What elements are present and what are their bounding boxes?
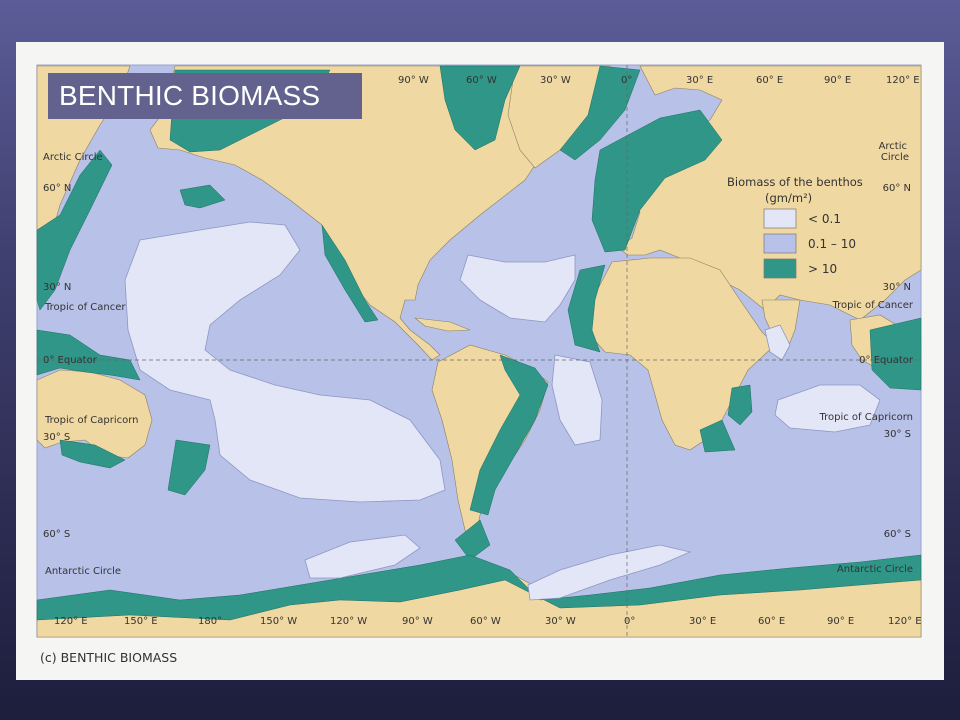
right-tropic-cancer-label: Tropic of Cancer: [832, 300, 914, 311]
left-lat30s-label: 30° S: [43, 432, 70, 443]
legend-label-mid: 0.1 – 10: [808, 237, 856, 251]
bottom-lon-label: 90° E: [827, 616, 854, 627]
slide-title: BENTHIC BIOMASS: [48, 73, 362, 119]
top-lon-label: 30° E: [686, 75, 713, 86]
top-lon-label: 0°: [621, 75, 632, 86]
legend-label-high: > 10: [808, 262, 837, 276]
bottom-lon-label: 30° W: [545, 616, 576, 627]
left-antarctic-circle-label: Antarctic Circle: [45, 566, 121, 577]
right-lat60s-label: 60° S: [884, 529, 911, 540]
bottom-lon-label: 0°: [624, 616, 635, 627]
legend-swatch-high: [763, 258, 797, 279]
top-lon-label: 90° E: [824, 75, 851, 86]
top-lon-label: 60° W: [466, 75, 497, 86]
right-lat60n-label: 60° N: [883, 183, 911, 194]
left-lat60s-label: 60° S: [43, 529, 70, 540]
bottom-lon-label: 150° E: [124, 616, 158, 627]
left-arctic-circle-label: Arctic Circle: [43, 152, 103, 163]
right-arctic-label-line2: Circle: [881, 152, 909, 163]
right-lat30n-label: 30° N: [883, 282, 911, 293]
right-lat30s-label: 30° S: [884, 429, 911, 440]
left-tropic-cancer-label: Tropic of Cancer: [44, 302, 126, 313]
bottom-lon-label: 30° E: [689, 616, 716, 627]
left-lat30n-label: 30° N: [43, 282, 71, 293]
bottom-lon-label: 120° E: [888, 616, 922, 627]
right-equator-label: 0° Equator: [859, 355, 914, 366]
bottom-lon-label: 120° W: [330, 616, 367, 627]
left-equator-label: 0° Equator: [43, 355, 98, 366]
legend-title-line2: (gm/m²): [765, 191, 812, 205]
bottom-lon-label: 150° W: [260, 616, 297, 627]
bottom-lon-label: 90° W: [402, 616, 433, 627]
bottom-lon-label: 60° E: [758, 616, 785, 627]
right-tropic-capricorn-label: Tropic of Capricorn: [818, 412, 913, 423]
top-lon-label: 60° E: [756, 75, 783, 86]
right-antarctic-circle-label: Antarctic Circle: [837, 564, 913, 575]
top-lon-label: 120° E: [886, 75, 920, 86]
bottom-lon-label: 120° E: [54, 616, 88, 627]
left-lat60n-label: 60° N: [43, 183, 71, 194]
top-lon-label: 30° W: [540, 75, 571, 86]
legend-swatch-mid: [763, 233, 797, 254]
bottom-lon-label: 180°: [198, 616, 222, 627]
legend-swatch-low: [763, 208, 797, 229]
figure-caption: (c) BENTHIC BIOMASS: [40, 650, 178, 665]
left-tropic-capricorn-label: Tropic of Capricorn: [44, 415, 139, 426]
bottom-lon-label: 60° W: [470, 616, 501, 627]
legend-label-low: < 0.1: [808, 212, 841, 226]
right-arctic-label-line1: Arctic: [879, 141, 907, 152]
legend-title-line1: Biomass of the benthos: [727, 175, 863, 189]
top-lon-label: 90° W: [398, 75, 429, 86]
